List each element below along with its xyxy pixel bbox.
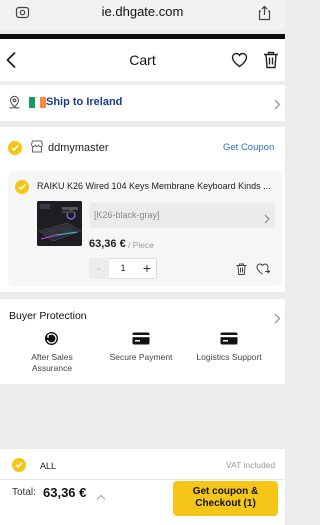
select-all-checkbox[interactable] bbox=[12, 458, 26, 472]
trash-icon[interactable] bbox=[263, 51, 279, 74]
product-thumbnail[interactable] bbox=[37, 201, 82, 246]
price-unit: / Piece bbox=[128, 240, 154, 250]
heart-icon[interactable] bbox=[231, 52, 248, 73]
total-label: Total: bbox=[12, 487, 36, 498]
browser-bar: ie.dhgate.com bbox=[0, 0, 285, 29]
after-sales-icon bbox=[44, 331, 59, 351]
store-icon bbox=[30, 140, 44, 158]
total-value: 63,36 € bbox=[43, 485, 87, 500]
ireland-flag-icon bbox=[29, 97, 47, 108]
share-icon[interactable] bbox=[257, 5, 272, 26]
store-name[interactable]: ddmymaster bbox=[48, 142, 109, 154]
feature-after-sales: After Sales Assurance bbox=[31, 352, 73, 373]
select-all-label[interactable]: ALL bbox=[40, 461, 56, 471]
protection-chevron-icon[interactable] bbox=[274, 311, 281, 329]
quantity-value[interactable]: 1 bbox=[112, 263, 134, 273]
store-checkbox[interactable] bbox=[8, 141, 22, 155]
vat-note: VAT included bbox=[226, 460, 276, 470]
increase-quantity-button[interactable]: + bbox=[137, 258, 157, 279]
item-price: 63,36 € bbox=[89, 238, 126, 250]
card-icon bbox=[220, 332, 238, 350]
item-checkbox[interactable] bbox=[15, 180, 29, 194]
ship-to-label: Ship to Ireland bbox=[46, 96, 123, 108]
address-bar[interactable]: ie.dhgate.com bbox=[0, 4, 285, 19]
get-coupon-link[interactable]: Get Coupon bbox=[223, 142, 274, 153]
chevron-up-icon[interactable] bbox=[96, 488, 106, 506]
chevron-right-icon[interactable] bbox=[274, 97, 281, 115]
move-to-wishlist-icon[interactable] bbox=[256, 262, 271, 280]
feature-logistics-support: Logistics Support bbox=[196, 352, 262, 362]
variant-chevron-icon bbox=[264, 211, 270, 229]
decrease-quantity-button[interactable]: - bbox=[89, 258, 109, 279]
variant-label: [K26-black-gray] bbox=[94, 210, 160, 220]
item-trash-icon[interactable] bbox=[236, 262, 247, 280]
card-icon bbox=[132, 332, 150, 350]
buyer-protection-title: Buyer Protection bbox=[9, 310, 87, 322]
location-pin-icon bbox=[8, 95, 21, 114]
feature-secure-payment: Secure Payment bbox=[109, 352, 173, 362]
cart-header: Cart bbox=[0, 39, 285, 82]
checkout-button[interactable]: Get coupon & Checkout (1) bbox=[173, 481, 278, 516]
item-title[interactable]: RAIKU K26 Wired 104 Keys Membrane Keyboa… bbox=[37, 181, 275, 191]
